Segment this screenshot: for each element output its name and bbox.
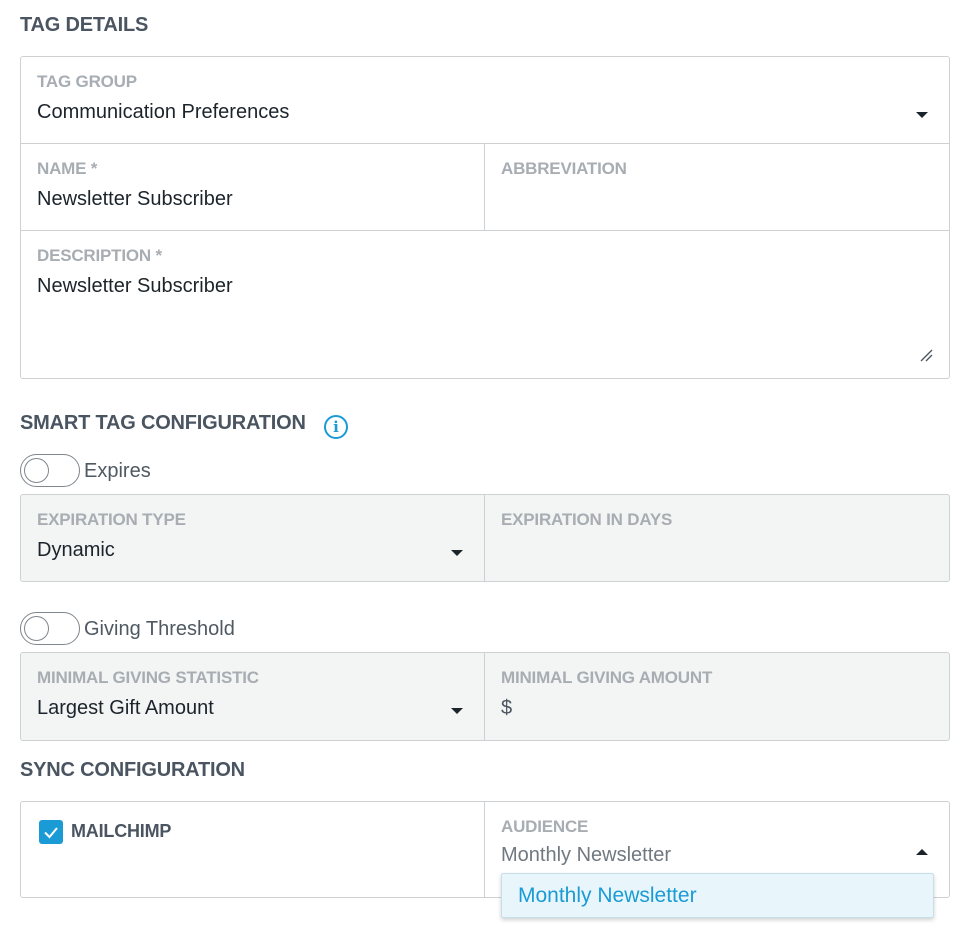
expiration-type-label: EXPIRATION TYPE (37, 510, 186, 529)
description-row: DESCRIPTION * Newsletter Subscriber (21, 231, 949, 378)
check-icon (44, 827, 58, 839)
mailchimp-cell: MAILCHIMP (21, 802, 485, 897)
name-value: Newsletter Subscriber (37, 188, 233, 210)
expiration-days-field[interactable]: EXPIRATION IN DAYS (485, 495, 949, 581)
audience-option[interactable]: Monthly Newsletter (518, 884, 697, 908)
chevron-down-icon[interactable] (451, 550, 463, 556)
tag-group-value: Communication Preferences (37, 101, 290, 123)
chevron-down-icon[interactable] (916, 112, 928, 118)
sync-config-title: SYNC CONFIGURATION (20, 759, 245, 781)
info-icon[interactable]: i (324, 415, 348, 439)
chevron-up-icon[interactable] (916, 849, 928, 855)
smart-tag-title: SMART TAG CONFIGURATION (20, 412, 306, 434)
expiration-type-value: Dynamic (37, 539, 115, 561)
tag-group-label: TAG GROUP (37, 72, 137, 91)
description-label: DESCRIPTION * (37, 246, 162, 265)
giving-threshold-toggle[interactable] (20, 612, 80, 645)
giving-amount-field[interactable]: MINIMAL GIVING AMOUNT $ (485, 653, 949, 740)
giving-statistic-label: MINIMAL GIVING STATISTIC (37, 668, 259, 687)
tag-details-card: TAG GROUP Communication Preferences NAME… (20, 56, 950, 379)
giving-threshold-card: MINIMAL GIVING STATISTIC Largest Gift Am… (20, 652, 950, 741)
tag-group-select[interactable]: TAG GROUP Communication Preferences (21, 57, 949, 143)
name-row: NAME * Newsletter Subscriber ABBREVIATIO… (21, 144, 949, 231)
expires-toggle[interactable] (20, 454, 80, 487)
audience-value: Monthly Newsletter (501, 844, 672, 866)
tag-details-title: TAG DETAILS (20, 14, 149, 36)
expiration-card: EXPIRATION TYPE Dynamic EXPIRATION IN DA… (20, 494, 950, 582)
giving-statistic-select[interactable]: MINIMAL GIVING STATISTIC Largest Gift Am… (21, 653, 485, 740)
giving-threshold-label: Giving Threshold (84, 618, 235, 640)
expires-label: Expires (84, 460, 151, 482)
audience-dropdown-menu: Monthly Newsletter (501, 873, 934, 918)
toggle-knob (24, 616, 49, 641)
giving-amount-label: MINIMAL GIVING AMOUNT (501, 668, 713, 687)
description-value: Newsletter Subscriber (37, 275, 233, 297)
giving-threshold-row: MINIMAL GIVING STATISTIC Largest Gift Am… (21, 653, 949, 740)
name-label: NAME * (37, 159, 98, 178)
abbreviation-field[interactable]: ABBREVIATION (485, 144, 949, 230)
description-textarea[interactable]: DESCRIPTION * Newsletter Subscriber (21, 231, 949, 378)
abbreviation-label: ABBREVIATION (501, 159, 627, 178)
name-field[interactable]: NAME * Newsletter Subscriber (21, 144, 485, 230)
tag-group-row: TAG GROUP Communication Preferences (21, 57, 949, 144)
mailchimp-label: MAILCHIMP (71, 821, 172, 841)
resize-handle-icon[interactable] (919, 348, 933, 362)
expiration-days-label: EXPIRATION IN DAYS (501, 510, 673, 529)
audience-label: AUDIENCE (501, 817, 589, 836)
chevron-down-icon[interactable] (451, 708, 463, 714)
toggle-knob (24, 458, 49, 483)
giving-statistic-value: Largest Gift Amount (37, 697, 214, 719)
expiration-type-select[interactable]: EXPIRATION TYPE Dynamic (21, 495, 485, 581)
expiration-row: EXPIRATION TYPE Dynamic EXPIRATION IN DA… (21, 495, 949, 581)
mailchimp-checkbox[interactable] (39, 820, 63, 844)
currency-symbol: $ (501, 697, 513, 719)
